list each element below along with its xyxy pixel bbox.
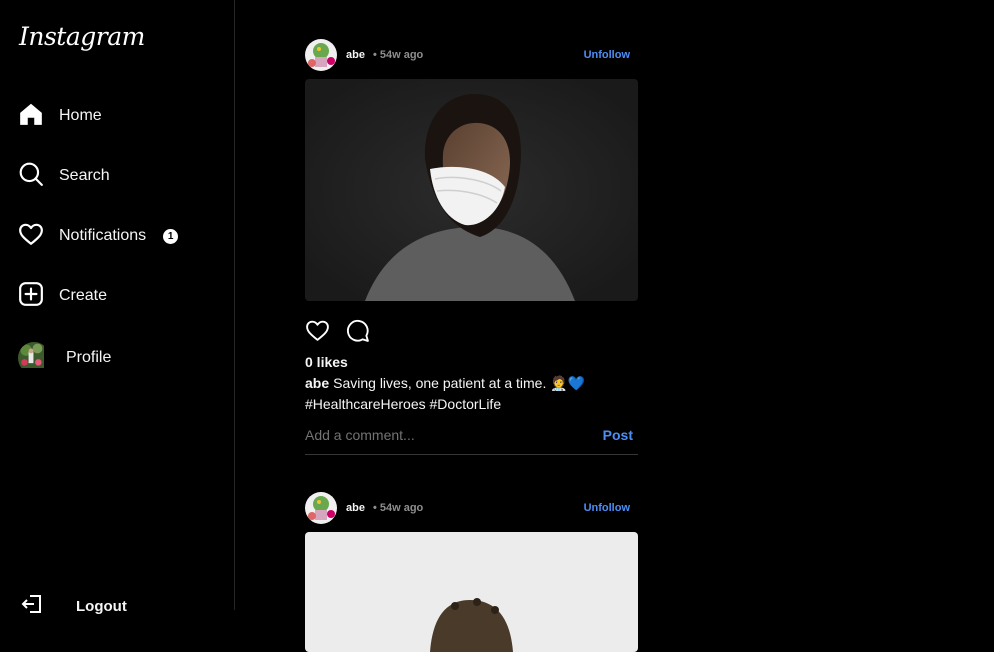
search-icon [18,161,44,192]
instagram-logo[interactable]: Instagram [19,22,145,51]
sidebar-item-label: Home [59,107,102,124]
caption-username[interactable]: abe [305,375,329,391]
sidebar-item-label: Profile [66,349,112,366]
home-icon [18,101,44,132]
sidebar-item-label: Search [59,167,110,184]
comment-input[interactable] [305,426,575,443]
post: abe • 54w ago Unfollow [305,492,638,652]
sidebar-item-label: Create [59,287,108,304]
sidebar-item-create[interactable]: Create [18,281,107,311]
caption-text: Saving lives, one patient at a time. 🧑‍⚕… [305,375,586,412]
post-comment-button[interactable]: Post [603,427,633,443]
post-timestamp: • 54w ago [372,49,424,61]
post-timestamp: • 54w ago [372,502,424,514]
comment-row: Post [305,415,638,455]
post: abe • 54w ago Unfollow [305,39,638,455]
likes-count[interactable]: 0 likes [305,354,638,370]
sidebar-item-home[interactable]: Home [18,101,102,131]
avatar[interactable] [305,492,337,524]
sidebar-item-profile[interactable]: Profile [18,342,112,374]
post-caption: abe Saving lives, one patient at a time. … [305,373,638,415]
post-image[interactable] [305,79,638,301]
comment-icon[interactable] [345,318,385,348]
sidebar-item-notifications[interactable]: Notifications 1 [18,221,179,252]
unfollow-button[interactable]: Unfollow [584,49,630,61]
avatar[interactable] [305,39,337,71]
sidebar: Instagram Home Search Notifications 1 Cr… [0,0,235,615]
like-icon[interactable] [305,318,345,348]
notification-badge: 1 [163,228,179,244]
post-header: abe • 54w ago Unfollow [305,492,638,524]
post-header: abe • 54w ago Unfollow [305,39,638,71]
avatar [18,342,50,374]
heart-icon [18,221,44,252]
plus-square-icon [18,281,44,312]
unfollow-button[interactable]: Unfollow [584,502,630,514]
logout-label: Logout [76,598,127,615]
logout-icon [20,592,44,621]
logout-button[interactable]: Logout [20,592,127,621]
post-username[interactable]: abe [346,49,365,61]
post-actions [305,318,638,348]
sidebar-item-search[interactable]: Search [18,161,110,191]
sidebar-item-label: Notifications [59,227,147,244]
post-image[interactable] [305,532,638,652]
post-username[interactable]: abe [346,502,365,514]
